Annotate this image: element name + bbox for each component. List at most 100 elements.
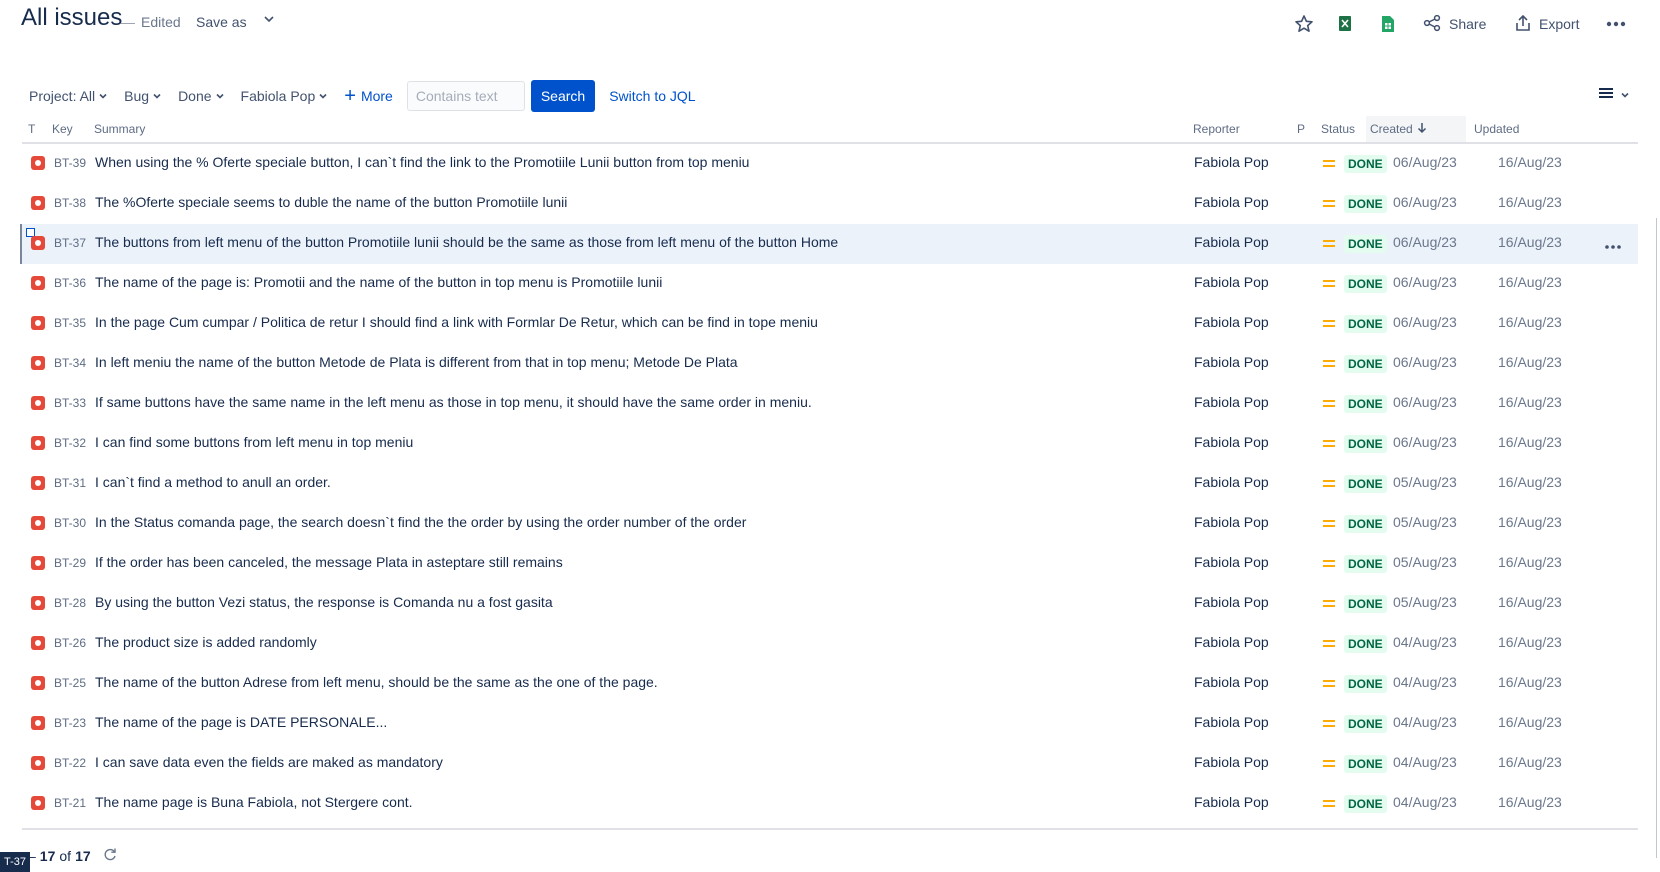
issue-key-link[interactable]: BT-36 [54,276,86,290]
issue-key-link[interactable]: BT-31 [54,476,86,490]
bug-icon [31,636,45,650]
issue-summary-link[interactable]: The name of the page is DATE PERSONALE..… [95,714,387,730]
issue-summary-link[interactable]: I can`t find a method to anull an order. [95,474,331,490]
save-as-button[interactable]: Save as [196,14,247,30]
issue-updated-date: 16/Aug/23 [1498,514,1562,530]
issue-key-link[interactable]: BT-21 [54,796,86,810]
table-row[interactable]: BT-21 The name page is Buna Fabiola, not … [22,784,1638,824]
table-row[interactable]: BT-22 I can save data even the fields are… [22,744,1638,784]
table-row[interactable]: BT-30 In the Status comanda page, the sea… [22,504,1638,544]
column-status[interactable]: Status [1321,122,1355,136]
more-filters-button[interactable]: + More [336,80,401,112]
type-filter[interactable]: Bug [116,80,170,112]
column-type[interactable]: T [28,122,35,136]
bug-icon [31,316,45,330]
issue-summary-link[interactable]: The product size is added randomly [95,634,317,650]
issue-summary-link[interactable]: The name of the page is: Promotii and th… [95,274,662,290]
table-row[interactable]: BT-28 By using the button Vezi status, th… [22,584,1638,624]
table-row[interactable]: BT-32 I can find some buttons from left m… [22,424,1638,464]
assignee-filter[interactable]: Fabiola Pop [233,80,337,112]
table-row[interactable]: BT-26 The product size is added randomly F… [22,624,1638,664]
issue-summary-link[interactable]: The buttons from left menu of the button… [95,234,838,250]
issue-reporter: Fabiola Pop [1194,754,1269,770]
issue-key-link[interactable]: BT-39 [54,156,86,170]
issue-key-link[interactable]: BT-25 [54,676,86,690]
issue-summary-link[interactable]: By using the button Vezi status, the res… [95,594,553,610]
pager-of: of [59,847,72,864]
table-row[interactable]: BT-25 The name of the button Adrese from … [22,664,1638,704]
issue-key-link[interactable]: BT-38 [54,196,86,210]
list-view-toggle[interactable] [1598,86,1630,105]
column-key[interactable]: Key [52,122,73,136]
column-priority[interactable]: P [1297,122,1305,136]
issue-summary-link[interactable]: If the order has been canceled, the mess… [95,554,563,570]
share-button[interactable]: Share [1423,12,1486,36]
key-tooltip: T-37 [0,852,31,872]
export-button[interactable]: Export [1515,12,1579,36]
table-row[interactable]: BT-34 In left meniu the name of the butto… [22,344,1638,384]
issue-summary-link[interactable]: The %Oferte speciale seems to duble the … [95,194,567,210]
issue-summary-link[interactable]: In the Status comanda page, the search d… [95,514,746,530]
column-summary[interactable]: Summary [94,122,145,136]
status-badge: DONE [1344,715,1387,733]
issue-reporter: Fabiola Pop [1194,314,1269,330]
contains-text-input[interactable] [406,81,525,111]
table-row[interactable]: BT-35 In the page Cum cumpar / Politica d… [22,304,1638,344]
issue-key-link[interactable]: BT-34 [54,356,86,370]
filter-bar: Project: All Bug Done Fabiola Pop + More… [21,80,696,112]
issue-key-link[interactable]: BT-37 [54,236,86,250]
issue-key-link[interactable]: BT-29 [54,556,86,570]
assignee-filter-label: Fabiola Pop [240,88,316,104]
bug-icon [31,796,45,810]
bug-icon [31,196,45,210]
issue-key-link[interactable]: BT-30 [54,516,86,530]
refresh-icon[interactable] [103,847,117,864]
table-row[interactable]: BT-29 If the order has been canceled, the… [22,544,1638,584]
issue-summary-link[interactable]: The name page is Buna Fabiola, not Sterg… [95,794,413,810]
table-row[interactable]: BT-23 The name of the page is DATE PERSON… [22,704,1638,744]
table-row[interactable]: BT-38 The %Oferte speciale seems to duble… [22,184,1638,224]
issue-key-link[interactable]: BT-33 [54,396,86,410]
column-created[interactable]: Created [1366,116,1466,142]
sheets-icon[interactable] [1380,12,1396,36]
issue-summary-link[interactable]: When using the % Oferte speciale button,… [95,154,749,170]
page-header: All issues — Edited Save as Share Export [0,0,1660,52]
table-row[interactable]: BT-31 I can`t find a method to anull an o… [22,464,1638,504]
table-row[interactable]: BT-33 If same buttons have the same name … [22,384,1638,424]
table-row[interactable]: BT-36 The name of the page is: Promotii a… [22,264,1638,304]
issue-summary-link[interactable]: In the page Cum cumpar / Politica de ret… [95,314,818,330]
table-row[interactable]: BT-39 When using the % Oferte speciale bu… [22,144,1638,184]
issue-summary-link[interactable]: The name of the button Adrese from left … [95,674,658,690]
issue-reporter: Fabiola Pop [1194,194,1269,210]
table-row[interactable]: BT-37 The buttons from left menu of the b… [20,224,1638,264]
row-actions-icon[interactable] [1605,236,1621,254]
switch-to-jql-link[interactable]: Switch to JQL [609,88,695,104]
pagination-summary: –17 of 17 [28,847,117,864]
status-badge: DONE [1344,275,1387,293]
bug-icon [31,156,45,170]
search-button[interactable]: Search [530,80,596,112]
issue-key-link[interactable]: BT-35 [54,316,86,330]
issue-key-link[interactable]: BT-32 [54,436,86,450]
status-filter[interactable]: Done [170,80,232,112]
star-icon[interactable] [1294,12,1314,36]
issue-summary-link[interactable]: In left meniu the name of the button Met… [95,354,738,370]
column-reporter[interactable]: Reporter [1193,122,1240,136]
excel-icon[interactable] [1337,12,1353,36]
issue-key-link[interactable]: BT-23 [54,716,86,730]
project-filter[interactable]: Project: All [21,80,116,112]
plus-icon: + [344,85,356,107]
priority-medium-icon [1323,358,1335,368]
issue-summary-link[interactable]: I can find some buttons from left menu i… [95,434,413,450]
issue-key-link[interactable]: BT-28 [54,596,86,610]
issue-updated-date: 16/Aug/23 [1498,474,1562,490]
issue-summary-link[interactable]: I can save data even the fields are make… [95,754,443,770]
column-updated[interactable]: Updated [1474,122,1519,136]
chevron-down-icon[interactable] [262,12,276,31]
issue-key-link[interactable]: BT-22 [54,756,86,770]
issue-key-link[interactable]: BT-26 [54,636,86,650]
more-icon[interactable] [1606,12,1626,36]
priority-medium-icon [1323,798,1335,808]
vertical-scrollbar[interactable] [1656,218,1657,858]
issue-summary-link[interactable]: If same buttons have the same name in th… [95,394,812,410]
